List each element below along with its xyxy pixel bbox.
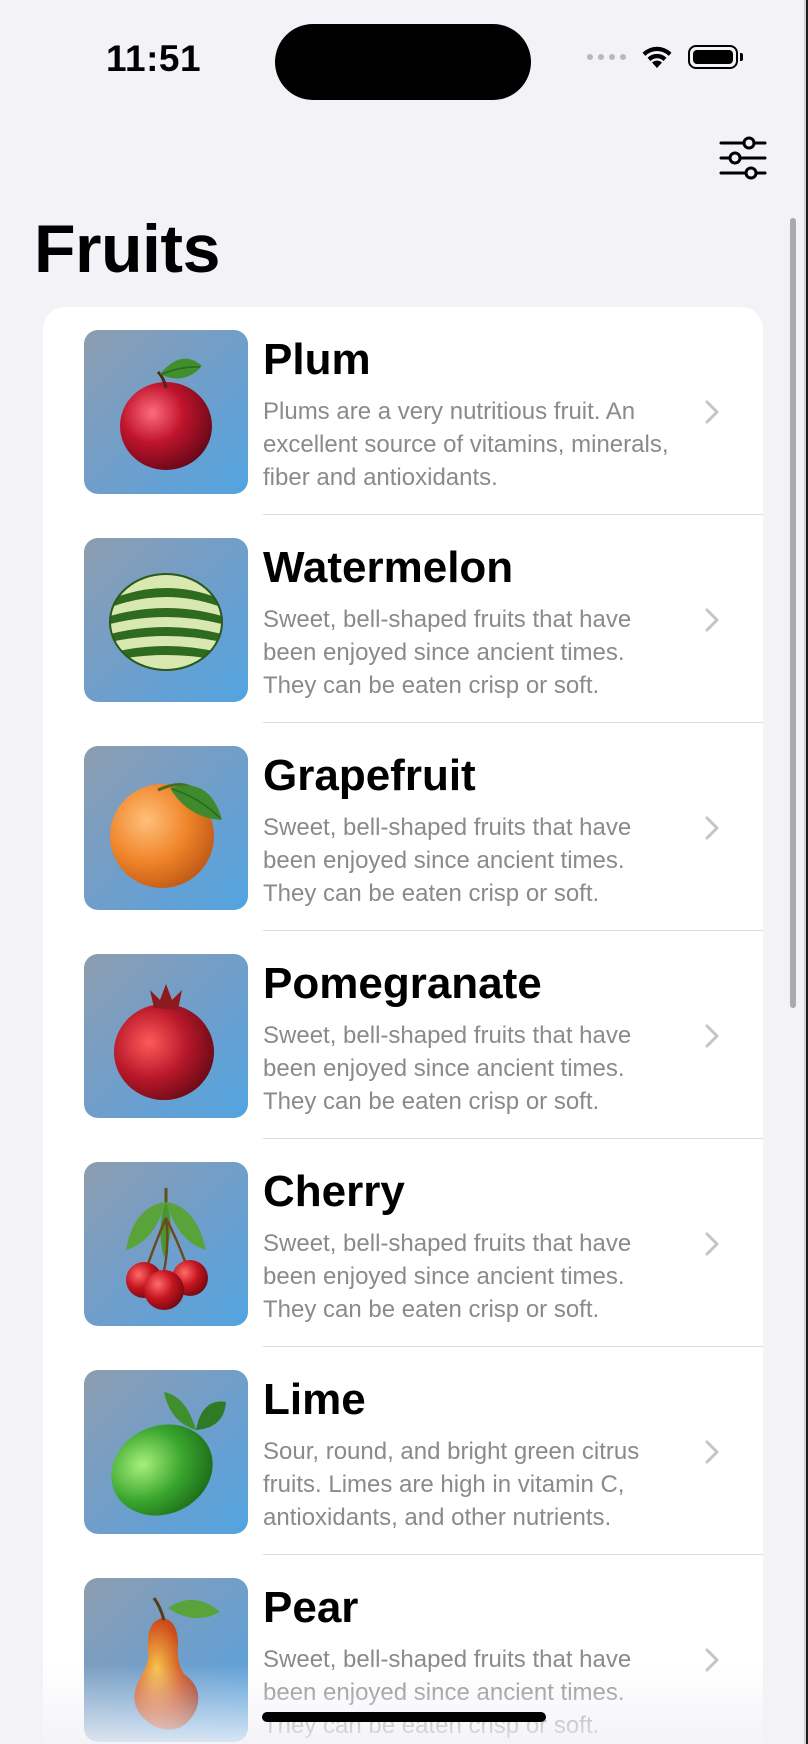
sliders-icon (719, 136, 767, 180)
fruit-description: Sweet, bell-shaped fruits that have been… (263, 1646, 632, 1739)
phone-screen: 11:51 Fruits Plum Plums are a very nutri… (0, 0, 806, 1744)
list-item[interactable]: Lime Sour, round, and bright green citru… (43, 1347, 763, 1555)
chevron-right-icon (705, 1648, 719, 1672)
wifi-icon (642, 46, 672, 68)
fruit-list: Plum Plums are a very nutritious fruit. … (43, 307, 763, 1744)
pear-image (84, 1578, 248, 1742)
grapefruit-image (84, 746, 248, 910)
list-item[interactable]: Cherry Sweet, bell-shaped fruits that ha… (43, 1139, 763, 1347)
scroll-indicator[interactable] (790, 218, 796, 1008)
dynamic-island (275, 24, 531, 100)
list-item[interactable]: Pomegranate Sweet, bell-shaped fruits th… (43, 931, 763, 1139)
fruit-name: Pear (263, 1583, 359, 1632)
cherry-image (84, 1162, 248, 1326)
fruit-name: Lime (263, 1375, 366, 1424)
fruit-name: Plum (263, 335, 371, 384)
fruit-description: Sweet, bell-shaped fruits that have been… (263, 814, 632, 907)
fruit-name: Watermelon (263, 543, 514, 592)
filter-settings-button[interactable] (718, 134, 768, 182)
fruit-name: Pomegranate (263, 959, 542, 1008)
chevron-right-icon (705, 608, 719, 632)
watermelon-image (84, 538, 248, 702)
battery-icon (688, 45, 743, 69)
fruit-description: Sweet, bell-shaped fruits that have been… (263, 1022, 632, 1115)
chevron-right-icon (705, 1440, 719, 1464)
list-item[interactable]: Watermelon Sweet, bell-shaped fruits tha… (43, 515, 763, 723)
status-time: 11:51 (106, 38, 202, 79)
page-title: Fruits (34, 211, 220, 287)
fruit-name: Cherry (263, 1167, 405, 1216)
fruit-description: Sweet, bell-shaped fruits that have been… (263, 606, 632, 699)
chevron-right-icon (705, 1024, 719, 1048)
list-item[interactable]: Grapefruit Sweet, bell-shaped fruits tha… (43, 723, 763, 931)
fruit-description: Plums are a very nutritious fruit. An ex… (263, 398, 669, 491)
fruit-name: Grapefruit (263, 751, 476, 800)
home-indicator[interactable] (262, 1712, 546, 1722)
status-icons (587, 44, 743, 70)
chevron-right-icon (705, 400, 719, 424)
lime-image (84, 1370, 248, 1534)
fruit-description: Sweet, bell-shaped fruits that have been… (263, 1230, 632, 1323)
pomegranate-image (84, 954, 248, 1118)
cellular-signal-icon (587, 54, 626, 60)
fruit-description: Sour, round, and bright green citrus fru… (263, 1438, 640, 1531)
plum-image (84, 330, 248, 494)
chevron-right-icon (705, 816, 719, 840)
chevron-right-icon (705, 1232, 719, 1256)
list-item[interactable]: Plum Plums are a very nutritious fruit. … (43, 307, 763, 515)
